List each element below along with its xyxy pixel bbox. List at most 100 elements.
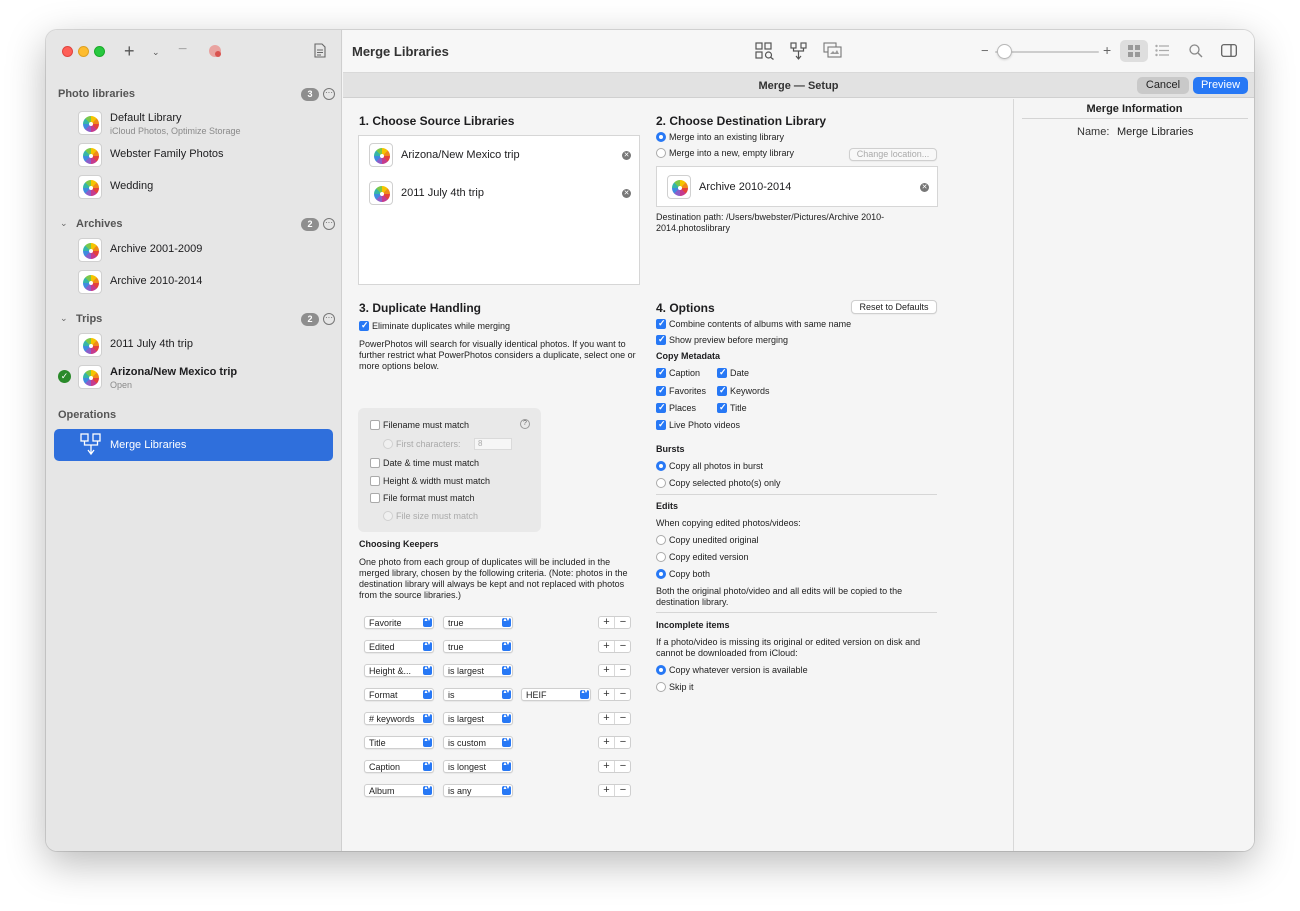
rule-field-popup[interactable]: Caption ▴▾: [364, 760, 434, 773]
first-characters-checkbox[interactable]: [383, 439, 393, 449]
rule-operator-popup[interactable]: true ▴▾: [443, 640, 513, 653]
remove-rule-button[interactable]: −: [615, 737, 631, 748]
more-options-icon[interactable]: ···: [323, 88, 335, 100]
rule-field-popup[interactable]: Format ▴▾: [364, 688, 434, 701]
keywords-checkbox[interactable]: [717, 385, 727, 396]
reset-defaults-button[interactable]: Reset to Defaults: [851, 300, 937, 314]
remove-library-icon[interactable]: ✕: [622, 189, 631, 198]
disclosure-chevron-icon[interactable]: ⌄: [60, 218, 68, 229]
disclosure-chevron-icon[interactable]: ⌄: [60, 313, 68, 324]
copy-both-radio[interactable]: [656, 569, 666, 579]
merge-libraries-icon[interactable]: [789, 42, 809, 60]
chevron-down-icon[interactable]: ⌄: [152, 44, 160, 60]
merge-existing-radio[interactable]: [656, 132, 666, 142]
cancel-button[interactable]: Cancel: [1137, 77, 1189, 94]
sidebar-item-webster-family-photos[interactable]: Webster Family Photos: [78, 140, 328, 170]
remove-rule-button[interactable]: −: [615, 761, 631, 772]
rule-add-remove-buttons[interactable]: + −: [598, 616, 631, 629]
search-icon[interactable]: [1189, 44, 1203, 58]
rule-operator-popup[interactable]: is largest ▴▾: [443, 664, 513, 677]
rule-field-popup[interactable]: Album ▴▾: [364, 784, 434, 797]
remove-rule-button[interactable]: −: [615, 689, 631, 700]
list-view-icon[interactable]: [1155, 44, 1169, 57]
skip-radio[interactable]: [656, 682, 666, 692]
library-status-icon[interactable]: [209, 45, 221, 57]
add-rule-button[interactable]: +: [599, 737, 615, 748]
show-preview-checkbox[interactable]: [656, 334, 666, 345]
inspector-toggle-icon[interactable]: [1221, 44, 1237, 57]
more-options-icon[interactable]: ···: [323, 313, 335, 325]
sidebar-item-default-library[interactable]: Default Library iCloud Photos, Optimize …: [78, 108, 328, 138]
help-icon[interactable]: ?: [520, 419, 530, 429]
zoom-window-button[interactable]: [94, 46, 105, 57]
preview-button[interactable]: Preview: [1193, 77, 1248, 94]
sidebar-item-wedding[interactable]: Wedding: [78, 172, 328, 202]
add-rule-button[interactable]: +: [599, 689, 615, 700]
sidebar-item-archive-2001-2009[interactable]: Archive 2001-2009: [78, 235, 328, 265]
rule-add-remove-buttons[interactable]: + −: [598, 760, 631, 773]
rule-field-popup[interactable]: # keywords ▴▾: [364, 712, 434, 725]
change-location-button[interactable]: Change location...: [849, 148, 937, 161]
zoom-in-icon[interactable]: +: [1103, 42, 1111, 58]
filename-match-checkbox[interactable]: [370, 420, 380, 430]
eliminate-duplicates-checkbox[interactable]: [359, 320, 369, 331]
remove-rule-button[interactable]: −: [615, 785, 631, 796]
find-duplicates-icon[interactable]: [755, 42, 775, 60]
rule-add-remove-buttons[interactable]: + −: [598, 688, 631, 701]
sidebar-item-arizona-new-mexico-trip[interactable]: Arizona/New Mexico trip Open: [78, 362, 328, 392]
combine-albums-checkbox[interactable]: [656, 318, 666, 329]
zoom-out-icon[interactable]: −: [981, 43, 989, 58]
remove-rule-button[interactable]: −: [615, 641, 631, 652]
dimensions-match-checkbox[interactable]: [370, 476, 380, 486]
rule-operator-popup[interactable]: true ▴▾: [443, 616, 513, 629]
rule-add-remove-buttons[interactable]: + −: [598, 664, 631, 677]
first-characters-input[interactable]: 8: [474, 438, 512, 450]
source-library-list[interactable]: Arizona/New Mexico trip ✕ 2011 July 4th …: [358, 135, 640, 285]
document-icon[interactable]: [314, 43, 326, 58]
sidebar-item-archive-2010-2014[interactable]: Archive 2010-2014: [78, 267, 328, 297]
grid-view-button[interactable]: [1120, 40, 1148, 62]
rule-operator-popup[interactable]: is custom ▴▾: [443, 736, 513, 749]
add-rule-button[interactable]: +: [599, 665, 615, 676]
add-rule-button[interactable]: +: [599, 761, 615, 772]
favorites-checkbox[interactable]: [656, 385, 666, 396]
burst-selected-radio[interactable]: [656, 478, 666, 488]
remove-rule-button[interactable]: −: [615, 713, 631, 724]
remove-library-icon[interactable]: ✕: [920, 183, 929, 192]
rule-field-popup[interactable]: Edited ▴▾: [364, 640, 434, 653]
close-window-button[interactable]: [62, 46, 73, 57]
copy-unedited-radio[interactable]: [656, 535, 666, 545]
destination-library-row[interactable]: Archive 2010-2014 ✕: [667, 173, 929, 201]
rule-value-popup[interactable]: HEIF ▴▾: [521, 688, 591, 701]
remove-rule-button[interactable]: −: [615, 665, 631, 676]
more-options-icon[interactable]: ···: [323, 218, 335, 230]
burst-all-radio[interactable]: [656, 461, 666, 471]
rule-operator-popup[interactable]: is ▴▾: [443, 688, 513, 701]
zoom-slider-knob[interactable]: [997, 44, 1012, 59]
format-match-checkbox[interactable]: [370, 493, 380, 503]
copy-whatever-radio[interactable]: [656, 665, 666, 675]
rule-field-popup[interactable]: Title ▴▾: [364, 736, 434, 749]
rule-add-remove-buttons[interactable]: + −: [598, 640, 631, 653]
add-rule-button[interactable]: +: [599, 617, 615, 628]
remove-icon[interactable]: −: [178, 42, 187, 58]
sidebar-item-merge-libraries[interactable]: Merge Libraries: [54, 429, 333, 461]
rule-field-popup[interactable]: Favorite ▴▾: [364, 616, 434, 629]
rule-operator-popup[interactable]: is any ▴▾: [443, 784, 513, 797]
minimize-window-button[interactable]: [78, 46, 89, 57]
date-checkbox[interactable]: [717, 367, 727, 378]
rule-operator-popup[interactable]: is longest ▴▾: [443, 760, 513, 773]
add-icon[interactable]: +: [124, 42, 135, 60]
sidebar-item-2011-july-4th-trip[interactable]: 2011 July 4th trip: [78, 330, 328, 360]
add-rule-button[interactable]: +: [599, 713, 615, 724]
add-rule-button[interactable]: +: [599, 641, 615, 652]
rule-operator-popup[interactable]: is largest ▴▾: [443, 712, 513, 725]
add-rule-button[interactable]: +: [599, 785, 615, 796]
filesize-match-checkbox[interactable]: [383, 511, 393, 521]
rule-add-remove-buttons[interactable]: + −: [598, 736, 631, 749]
copy-photos-icon[interactable]: [823, 42, 843, 60]
remove-library-icon[interactable]: ✕: [622, 151, 631, 160]
datetime-match-checkbox[interactable]: [370, 458, 380, 468]
rule-add-remove-buttons[interactable]: + −: [598, 712, 631, 725]
destination-library-box[interactable]: Archive 2010-2014 ✕: [656, 166, 938, 207]
